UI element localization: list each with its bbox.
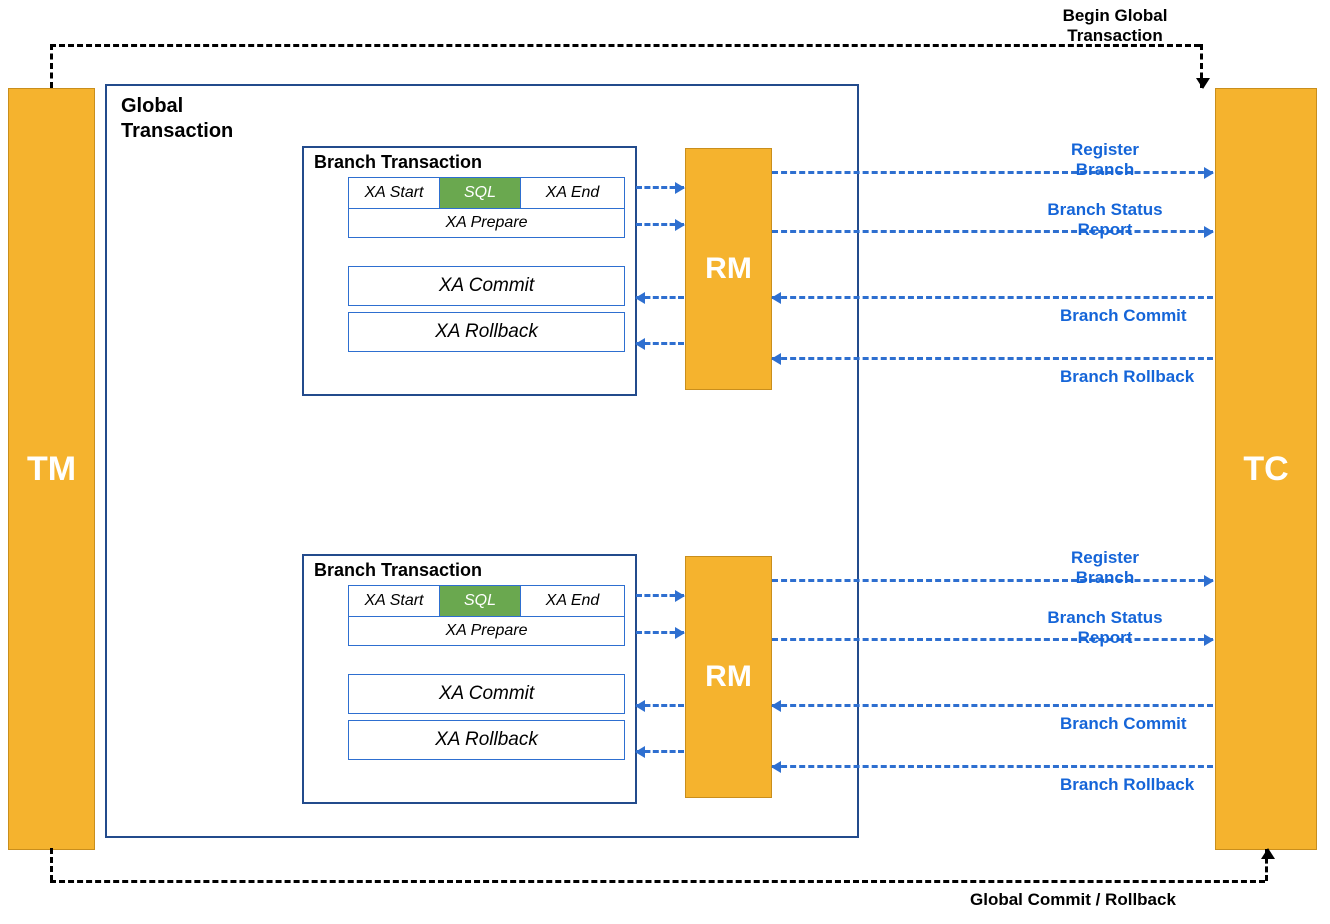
branch1-sql: SQL [440, 178, 521, 208]
branch1-xa-end: XA End [521, 178, 624, 208]
arrow-branch2-to-rm-2 [636, 631, 684, 634]
label-branch-rollback-1: Branch Rollback [1060, 367, 1194, 387]
rm2-label: RM [705, 660, 752, 694]
tm-box: TM [8, 88, 95, 850]
arrow-tc-branch-commit-1 [772, 296, 1213, 299]
branch2-xa-prepare: XA Prepare [349, 617, 624, 645]
tc-box: TC [1215, 88, 1317, 850]
label-branch-status-report-1: Branch Status Report [1000, 200, 1210, 239]
global-transaction-title: Global Transaction [121, 94, 233, 144]
branch2-xa-commit: XA Commit [348, 674, 625, 714]
branch1-xa-prepare: XA Prepare [349, 209, 624, 237]
rm1-label: RM [705, 252, 752, 286]
arrow-tc-branch-rollback-1 [772, 357, 1213, 360]
branch2-title: Branch Transaction [304, 556, 635, 583]
arrow-rm-to-branch1-rollback [636, 342, 684, 345]
arrow-branch1-to-rm-1 [636, 186, 684, 189]
rm-box-1: RM [685, 148, 772, 390]
label-register-branch-1: Register Branch [1020, 140, 1190, 179]
branch2-xa-start: XA Start [349, 586, 440, 616]
tc-label: TC [1243, 450, 1288, 489]
path-begin-vertical-left [50, 44, 53, 88]
branch2-xa-rollback: XA Rollback [348, 720, 625, 760]
path-commit-vertical-left [50, 848, 53, 881]
label-branch-commit-2: Branch Commit [1060, 714, 1187, 734]
label-branch-commit-1: Branch Commit [1060, 306, 1187, 326]
label-global-commit-rollback: Global Commit / Rollback [970, 890, 1176, 910]
branch2-sql: SQL [440, 586, 521, 616]
branch-transaction-1: Branch Transaction XA Start SQL XA End X… [302, 146, 637, 396]
label-branch-status-report-2: Branch Status Report [1000, 608, 1210, 647]
arrow-rm-to-branch2-rollback [636, 750, 684, 753]
arrow-branch1-to-rm-2 [636, 223, 684, 226]
arrow-tc-branch-commit-2 [772, 704, 1213, 707]
label-branch-rollback-2: Branch Rollback [1060, 775, 1194, 795]
path-commit-vertical-right [1265, 849, 1268, 881]
branch1-xa-start: XA Start [349, 178, 440, 208]
branch-transaction-2: Branch Transaction XA Start SQL XA End X… [302, 554, 637, 804]
arrow-tc-branch-rollback-2 [772, 765, 1213, 768]
rm-box-2: RM [685, 556, 772, 798]
tm-label: TM [27, 450, 76, 489]
branch1-xa-commit: XA Commit [348, 266, 625, 306]
path-commit-horizontal [50, 880, 1265, 883]
branch2-xa-end: XA End [521, 586, 624, 616]
branch1-title: Branch Transaction [304, 148, 635, 175]
arrow-rm-to-branch1-commit [636, 296, 684, 299]
branch2-xa-rows: XA Start SQL XA End XA Prepare [348, 585, 625, 646]
branch1-xa-rows: XA Start SQL XA End XA Prepare [348, 177, 625, 238]
path-begin-vertical-right [1200, 44, 1203, 88]
arrow-branch2-to-rm-1 [636, 594, 684, 597]
arrow-rm-to-branch2-commit [636, 704, 684, 707]
label-begin-global: Begin Global Transaction [1000, 6, 1230, 46]
branch1-xa-rollback: XA Rollback [348, 312, 625, 352]
label-register-branch-2: Register Branch [1020, 548, 1190, 587]
